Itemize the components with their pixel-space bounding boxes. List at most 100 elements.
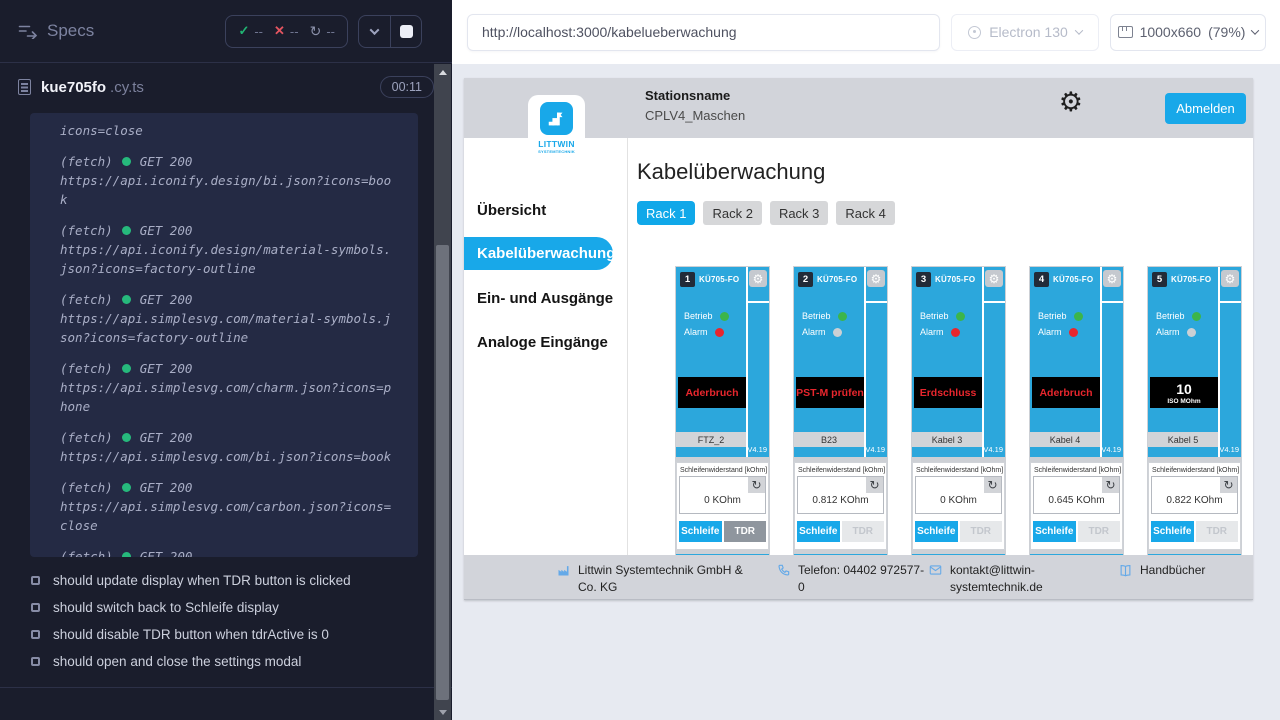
test-state-icon xyxy=(31,603,40,612)
device-card-panel: ⚙ 3 KÜ705-FO Betrieb Alarm Erdschluss Ka… xyxy=(912,267,1005,457)
rack-tab-label: Rack 1 xyxy=(646,206,686,221)
refresh-button[interactable]: ↻ xyxy=(1220,477,1237,493)
betrieb-label: Betrieb xyxy=(1038,311,1067,321)
rack-tab[interactable]: Rack 3 xyxy=(770,201,828,225)
tdr-button[interactable]: TDR xyxy=(724,521,767,542)
log-entry[interactable]: (fetch) GET 200 https://api.simplesvg.co… xyxy=(60,359,392,416)
refresh-button[interactable]: ↻ xyxy=(866,477,883,493)
test-list-item[interactable]: should switch back to Schleife display xyxy=(0,594,452,621)
nav-item-label: Übersicht xyxy=(477,202,546,219)
log-status: GET 200 xyxy=(140,359,193,378)
stat-pending: ↻-- xyxy=(310,23,335,40)
log-entry[interactable]: (fetch) GET 200 https://api.iconify.desi… xyxy=(60,152,392,209)
log-url: https://api.simplesvg.com/material-symbo… xyxy=(60,309,392,347)
tdr-button[interactable]: TDR xyxy=(1078,521,1121,542)
tdr-button[interactable]: TDR xyxy=(1196,521,1239,542)
schleife-button[interactable]: Schleife xyxy=(679,521,722,542)
footer-company[interactable]: Littwin Systemtechnik GmbH & Co. KG xyxy=(556,562,764,597)
app-footer: Littwin Systemtechnik GmbH & Co. KG Tele… xyxy=(464,555,1253,600)
test-title: should open and close the settings modal xyxy=(53,654,301,669)
schleife-button[interactable]: Schleife xyxy=(1033,521,1076,542)
spec-timer: 00:11 xyxy=(380,76,434,98)
card-model: KÜ705-FO xyxy=(1171,275,1211,284)
refresh-button[interactable]: ↻ xyxy=(984,477,1001,493)
log-prefix: (fetch) xyxy=(60,152,113,171)
log-entry[interactable]: (fetch) GET 200 https://api.simplesvg.co… xyxy=(60,478,392,535)
stop-button[interactable] xyxy=(390,16,421,47)
nav-item-label: Ein- und Ausgänge xyxy=(477,290,613,307)
specs-list-toggle-icon[interactable] xyxy=(18,24,37,39)
card-settings-gear-icon[interactable]: ⚙ xyxy=(749,270,767,287)
card-model: KÜ705-FO xyxy=(935,275,975,284)
browser-selector[interactable]: Electron 130 xyxy=(951,14,1099,51)
firmware-version: V4.19 xyxy=(1219,445,1239,454)
collapse-button[interactable] xyxy=(359,16,390,47)
rack-tab-label: Rack 4 xyxy=(845,206,885,221)
schleife-button[interactable]: Schleife xyxy=(797,521,840,542)
schleife-button[interactable]: Schleife xyxy=(1151,521,1194,542)
card-right-column xyxy=(864,267,887,457)
scroll-up-arrow-icon[interactable] xyxy=(434,66,451,78)
logout-button[interactable]: Abmelden xyxy=(1165,93,1246,124)
alarm-label: Alarm xyxy=(1038,327,1062,337)
sidebar-nav-item[interactable]: Übersicht xyxy=(464,188,627,232)
chevron-down-icon xyxy=(1251,26,1259,34)
rack-tab[interactable]: Rack 1 xyxy=(637,201,695,225)
rerun-icon: ↻ xyxy=(310,23,322,40)
test-list-item[interactable]: should update display when TDR button is… xyxy=(0,567,452,594)
schleife-button[interactable]: Schleife xyxy=(915,521,958,542)
test-list-item[interactable]: should disable TDR button when tdrActive… xyxy=(0,621,452,648)
tdr-button[interactable]: TDR xyxy=(842,521,885,542)
card-settings-gear-icon[interactable]: ⚙ xyxy=(1103,270,1121,287)
cable-name: FTZ_2 xyxy=(676,432,746,447)
log-entry[interactable]: (fetch) GET 200 https://api.simplesvg.co… xyxy=(60,428,392,466)
scroll-down-arrow-icon[interactable] xyxy=(434,706,451,718)
tdr-button[interactable]: TDR xyxy=(960,521,1003,542)
sidebar-nav-item[interactable]: Kabelüberwachung xyxy=(464,237,613,270)
log-entry[interactable]: (fetch) GET 200 https://api.iconify.desi… xyxy=(60,221,392,278)
log-url: https://api.simplesvg.com/bi.json?icons=… xyxy=(60,447,392,466)
stat-passed: ✓-- xyxy=(238,23,263,39)
footer-phone[interactable]: Telefon: 04402 972577-0 xyxy=(777,562,926,597)
station-info: Stationsname CPLV4_Maschen xyxy=(645,88,745,123)
runner-scrollbar[interactable] xyxy=(434,64,451,720)
log-status: GET 200 xyxy=(140,290,193,309)
viewport-zoom: (79%) xyxy=(1208,24,1245,40)
log-prefix: (fetch) xyxy=(60,478,113,497)
viewport-selector[interactable]: 1000x660 (79%) xyxy=(1110,14,1266,51)
footer-email[interactable]: kontakt@littwin-systemtechnik.de xyxy=(928,562,1052,597)
measurement-section: Schleifenwiderstand [kOhm] ↻ 0.645 KOhm … xyxy=(1030,462,1123,550)
card-settings-gear-icon[interactable]: ⚙ xyxy=(985,270,1003,287)
spec-file-row[interactable]: kue705fo .cy.ts 00:11 xyxy=(0,63,452,111)
rack-tab[interactable]: Rack 4 xyxy=(836,201,894,225)
scrollbar-thumb[interactable] xyxy=(436,245,449,700)
card-settings-gear-icon[interactable]: ⚙ xyxy=(867,270,885,287)
betrieb-label: Betrieb xyxy=(684,311,713,321)
runner-header: Specs ✓-- ✕-- ↻-- xyxy=(0,0,452,63)
url-input[interactable]: http://localhost:3000/kabelueberwachung xyxy=(467,14,940,51)
device-card: ⚙ 3 KÜ705-FO Betrieb Alarm Erdschluss Ka… xyxy=(911,266,1006,555)
resistance-label: Schleifenwiderstand [kOhm] xyxy=(679,465,766,476)
sidebar-nav-item[interactable]: Analoge Eingänge xyxy=(464,320,627,364)
card-settings-gear-icon[interactable]: ⚙ xyxy=(1221,270,1239,287)
betrieb-led-icon xyxy=(838,312,847,321)
station-label: Stationsname xyxy=(645,88,745,103)
check-icon: ✓ xyxy=(238,23,249,39)
test-list-item[interactable]: should open and close the settings modal xyxy=(0,648,452,675)
sidebar-nav-item[interactable]: Ein- und Ausgänge xyxy=(464,276,627,320)
betrieb-led-row: Betrieb xyxy=(920,311,965,321)
refresh-button[interactable]: ↻ xyxy=(748,477,765,493)
runner-controls xyxy=(358,15,422,48)
rack-tab[interactable]: Rack 2 xyxy=(703,201,761,225)
log-status: GET 200 xyxy=(140,478,193,497)
footer-manuals[interactable]: Handbücher xyxy=(1118,562,1205,579)
alarm-led-icon xyxy=(715,328,724,337)
log-entry[interactable]: (fetch) GET 200 https://api.simplesvg.co… xyxy=(60,547,392,557)
test-stats[interactable]: ✓-- ✕-- ↻-- xyxy=(225,15,348,48)
refresh-button[interactable]: ↻ xyxy=(1102,477,1119,493)
log-entry[interactable]: icons=close xyxy=(60,121,392,140)
betrieb-led-row: Betrieb xyxy=(684,311,729,321)
spec-file-name: kue705fo xyxy=(41,79,106,96)
settings-gear-icon[interactable]: ⚙ xyxy=(1059,89,1083,116)
log-entry[interactable]: (fetch) GET 200 https://api.simplesvg.co… xyxy=(60,290,392,347)
